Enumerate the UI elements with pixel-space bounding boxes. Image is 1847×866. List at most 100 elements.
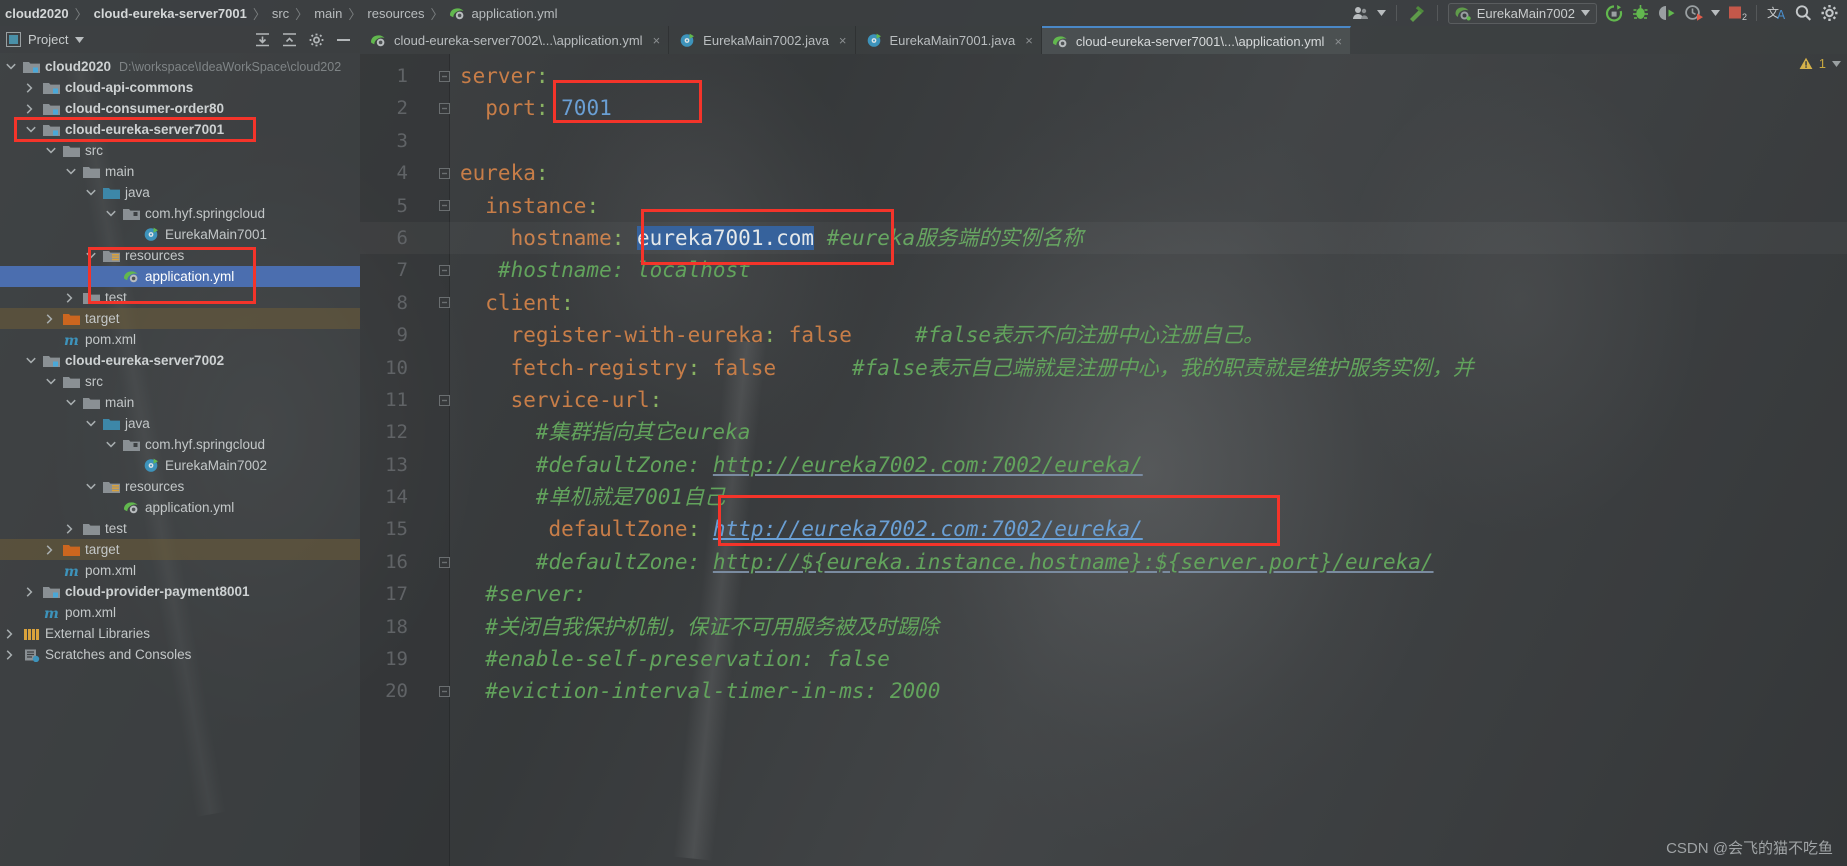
chevron-down-icon[interactable]	[46, 147, 59, 154]
code-line-10[interactable]: 10 fetch-registry: false #false表示自己端就是注册…	[360, 352, 1847, 384]
chevron-right-icon[interactable]	[26, 82, 39, 93]
close-icon[interactable]: ×	[653, 33, 661, 48]
chevron-down-icon[interactable]	[1711, 10, 1720, 16]
chevron-down-icon[interactable]	[86, 420, 99, 427]
tree-item-src[interactable]: src	[0, 371, 360, 392]
code-line-14[interactable]: 14 #单机就是7001自己	[360, 481, 1847, 513]
breadcrumb-item-application-yml[interactable]: application.yml	[444, 6, 562, 21]
code-fold-icon[interactable]	[438, 167, 454, 180]
chevron-down-icon[interactable]	[66, 399, 79, 406]
tree-item-external-libraries[interactable]: External Libraries	[0, 623, 360, 644]
code-fold-icon[interactable]	[438, 556, 454, 569]
chevron-down-icon[interactable]	[1832, 60, 1841, 67]
chevron-down-icon[interactable]	[106, 441, 119, 448]
tree-item-cloud-eureka-server7002[interactable]: cloud-eureka-server7002	[0, 350, 360, 371]
gear-icon[interactable]	[309, 33, 324, 47]
code-fold-icon[interactable]	[438, 394, 454, 407]
code-line-9[interactable]: 9 register-with-eureka: false #false表示不向…	[360, 319, 1847, 351]
editor-tab-2[interactable]: EurekaMain7001.java ×	[856, 26, 1042, 54]
run-configuration-selector[interactable]: EurekaMain7002	[1447, 2, 1597, 24]
code-editor[interactable]: 1 server: 2 port: 7001 3 4 eureka: 5 instance:…	[360, 54, 1847, 866]
code-line-2[interactable]: 2 port: 7001	[360, 92, 1847, 124]
code-line-16[interactable]: 16 #defaultZone: http://${eureka.instanc…	[360, 546, 1847, 578]
collapse-all-icon[interactable]	[282, 32, 297, 47]
tree-item-com-hyf-springcloud[interactable]: com.hyf.springcloud	[0, 203, 360, 224]
code-line-15[interactable]: 15 defaultZone: http://eureka7002.com:70…	[360, 513, 1847, 545]
breadcrumb-item-resources[interactable]: resources	[362, 6, 429, 21]
close-icon[interactable]: ×	[1334, 34, 1342, 49]
tree-item-cloud-provider-payment8001[interactable]: cloud-provider-payment8001	[0, 581, 360, 602]
run-coverage-icon[interactable]	[1657, 4, 1677, 22]
code-line-13[interactable]: 13 #defaultZone: http://eureka7002.com:7…	[360, 449, 1847, 481]
chevron-right-icon[interactable]	[46, 313, 59, 324]
chevron-down-icon[interactable]	[75, 36, 85, 43]
code-line-4[interactable]: 4 eureka:	[360, 157, 1847, 189]
code-fold-icon[interactable]	[438, 685, 454, 698]
code-fold-icon[interactable]	[438, 70, 454, 83]
breadcrumb-item-main[interactable]: main	[309, 6, 347, 21]
chevron-right-icon[interactable]	[6, 628, 19, 639]
chevron-down-icon[interactable]	[86, 483, 99, 490]
tree-item-target[interactable]: target	[0, 539, 360, 560]
code-line-1[interactable]: 1 server:	[360, 60, 1847, 92]
chevron-right-icon[interactable]	[46, 544, 59, 555]
chevron-down-icon[interactable]	[6, 63, 19, 70]
close-icon[interactable]: ×	[839, 33, 847, 48]
chevron-down-icon[interactable]	[86, 252, 99, 259]
code-fold-icon[interactable]	[438, 296, 454, 309]
tree-item-cloud2020[interactable]: cloud2020 D:\workspace\IdeaWorkSpace\clou…	[0, 56, 360, 77]
breadcrumb-item-src[interactable]: src	[267, 6, 294, 21]
editor-tab-1[interactable]: EurekaMain7002.java ×	[669, 26, 856, 54]
tree-item-application-yml[interactable]: application.yml	[0, 497, 360, 518]
tree-item-target[interactable]: target	[0, 308, 360, 329]
inspection-widget[interactable]: 1	[1799, 56, 1841, 71]
chevron-right-icon[interactable]	[26, 586, 39, 597]
hide-icon[interactable]	[336, 33, 351, 47]
tree-item-pom-xml[interactable]: m pom.xml	[0, 602, 360, 623]
tree-item-test[interactable]: test	[0, 518, 360, 539]
chevron-down-icon[interactable]	[26, 126, 39, 133]
code-line-3[interactable]: 3	[360, 125, 1847, 157]
code-line-7[interactable]: 7 #hostname: localhost	[360, 254, 1847, 286]
chevron-down-icon[interactable]	[1376, 10, 1386, 16]
search-icon[interactable]	[1794, 4, 1813, 22]
code-line-6[interactable]: 6 hostname: eureka7001.com #eureka服务端的实例…	[360, 222, 1847, 254]
tree-item-resources[interactable]: resources	[0, 476, 360, 497]
tree-item-pom-xml[interactable]: m pom.xml	[0, 329, 360, 350]
expand-all-icon[interactable]	[255, 32, 270, 47]
tree-item-eurekamain7002[interactable]: EurekaMain7002	[0, 455, 360, 476]
tree-item-test[interactable]: test	[0, 287, 360, 308]
code-line-5[interactable]: 5 instance:	[360, 190, 1847, 222]
code-line-18[interactable]: 18 #关闭自我保护机制，保证不可用服务被及时踢除	[360, 611, 1847, 643]
tree-item-cloud-eureka-server7001[interactable]: cloud-eureka-server7001	[0, 119, 360, 140]
chevron-right-icon[interactable]	[66, 292, 79, 303]
chevron-down-icon[interactable]	[106, 210, 119, 217]
code-fold-icon[interactable]	[438, 102, 454, 115]
user-silhouette-icon[interactable]	[1352, 5, 1370, 21]
code-line-19[interactable]: 19 #enable-self-preservation: false	[360, 643, 1847, 675]
code-line-8[interactable]: 8 client:	[360, 287, 1847, 319]
profiler-clock-icon[interactable]	[1684, 4, 1704, 22]
tree-item-cloud-consumer-order80[interactable]: cloud-consumer-order80	[0, 98, 360, 119]
translate-icon[interactable]: 文A	[1767, 4, 1787, 22]
tree-item-main[interactable]: main	[0, 161, 360, 182]
tree-item-eurekamain7001[interactable]: EurekaMain7001	[0, 224, 360, 245]
tree-item-scratches-and-consoles[interactable]: Scratches and Consoles	[0, 644, 360, 665]
gear-icon[interactable]	[1820, 4, 1839, 22]
tree-item-main[interactable]: main	[0, 392, 360, 413]
tree-item-com-hyf-springcloud[interactable]: com.hyf.springcloud	[0, 434, 360, 455]
chevron-right-icon[interactable]	[6, 649, 19, 660]
tree-item-cloud-api-commons[interactable]: cloud-api-commons	[0, 77, 360, 98]
editor-tab-0[interactable]: cloud-eureka-server7002\...\application.…	[360, 26, 670, 54]
run-rerun-icon[interactable]	[1604, 4, 1624, 22]
tree-item-pom-xml[interactable]: m pom.xml	[0, 560, 360, 581]
breadcrumb-item-cloud2020[interactable]: cloud2020	[0, 6, 74, 21]
chevron-right-icon[interactable]	[66, 523, 79, 534]
tree-item-resources[interactable]: resources	[0, 245, 360, 266]
stop-square-icon[interactable]: 2	[1727, 4, 1747, 22]
editor-code-area[interactable]: 1 server: 2 port: 7001 3 4 eureka: 5 instance:…	[360, 54, 1847, 866]
tree-item-application-yml[interactable]: application.yml	[0, 266, 360, 287]
debug-bug-icon[interactable]	[1631, 4, 1650, 22]
tree-item-src[interactable]: src	[0, 140, 360, 161]
code-line-17[interactable]: 17 #server:	[360, 578, 1847, 610]
